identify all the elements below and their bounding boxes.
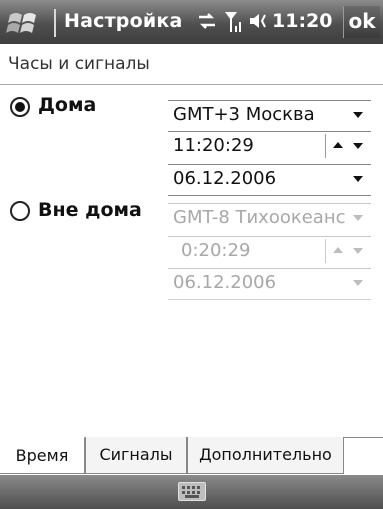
field-divider: [168, 195, 371, 196]
menu-bar: [0, 475, 383, 509]
tab-alarms[interactable]: Сигналы: [85, 437, 187, 474]
away-timezone-value: GMT-8 Тихоокеанс: [173, 207, 346, 228]
chevron-down-icon: [353, 112, 363, 118]
away-time-value: 0:20:29: [181, 240, 251, 261]
away-timezone-select: GMT-8 Тихоокеанс: [168, 203, 371, 232]
title-separator: [54, 9, 56, 37]
home-timezone-select[interactable]: GMT+3 Москва: [168, 100, 371, 129]
clock[interactable]: 11:20: [272, 10, 332, 32]
home-time-field[interactable]: 11:20:29: [168, 131, 371, 160]
tab-strip: Время Сигналы Дополнительно: [0, 437, 383, 475]
home-label[interactable]: Дома: [38, 94, 96, 116]
field-divider: [168, 299, 371, 300]
away-label[interactable]: Вне дома: [38, 199, 142, 221]
spinner-divider: [325, 134, 326, 158]
home-timezone-value: GMT+3 Москва: [173, 104, 315, 125]
time-spinner[interactable]: [325, 132, 371, 160]
home-date-select[interactable]: 06.12.2006: [168, 164, 371, 193]
chevron-down-icon: [353, 176, 363, 182]
time-spinner: [325, 237, 371, 265]
home-radio[interactable]: [10, 97, 30, 117]
windows-start-icon[interactable]: [6, 7, 46, 37]
home-time-value: 11:20:29: [173, 135, 254, 156]
title-bar: Настройка 11:20 ok: [0, 0, 383, 44]
away-time-field: 0:20:29: [168, 236, 371, 265]
signal-icon[interactable]: [224, 10, 244, 38]
away-radio[interactable]: [10, 201, 30, 221]
home-date-value: 06.12.2006: [173, 168, 277, 189]
away-date-value: 06.12.2006: [173, 272, 277, 293]
tab-time[interactable]: Время: [0, 437, 85, 474]
chevron-down-icon: [353, 280, 363, 286]
away-date-select: 06.12.2006: [168, 268, 371, 297]
tab-advanced[interactable]: Дополнительно: [187, 437, 344, 474]
app-title: Настройка: [64, 10, 183, 32]
connectivity-icon[interactable]: [196, 10, 218, 36]
spin-down-icon: [353, 248, 363, 254]
subtitle-divider: [0, 84, 383, 85]
spin-up-icon[interactable]: [333, 142, 343, 148]
spin-down-icon[interactable]: [353, 143, 363, 149]
ok-button[interactable]: ok: [343, 6, 380, 38]
chevron-down-icon: [353, 215, 363, 221]
page-subtitle: Часы и сигналы: [8, 54, 150, 74]
spin-up-icon: [333, 247, 343, 253]
keyboard-icon[interactable]: [178, 482, 206, 501]
volume-icon[interactable]: [248, 10, 270, 36]
spinner-divider: [325, 239, 326, 263]
